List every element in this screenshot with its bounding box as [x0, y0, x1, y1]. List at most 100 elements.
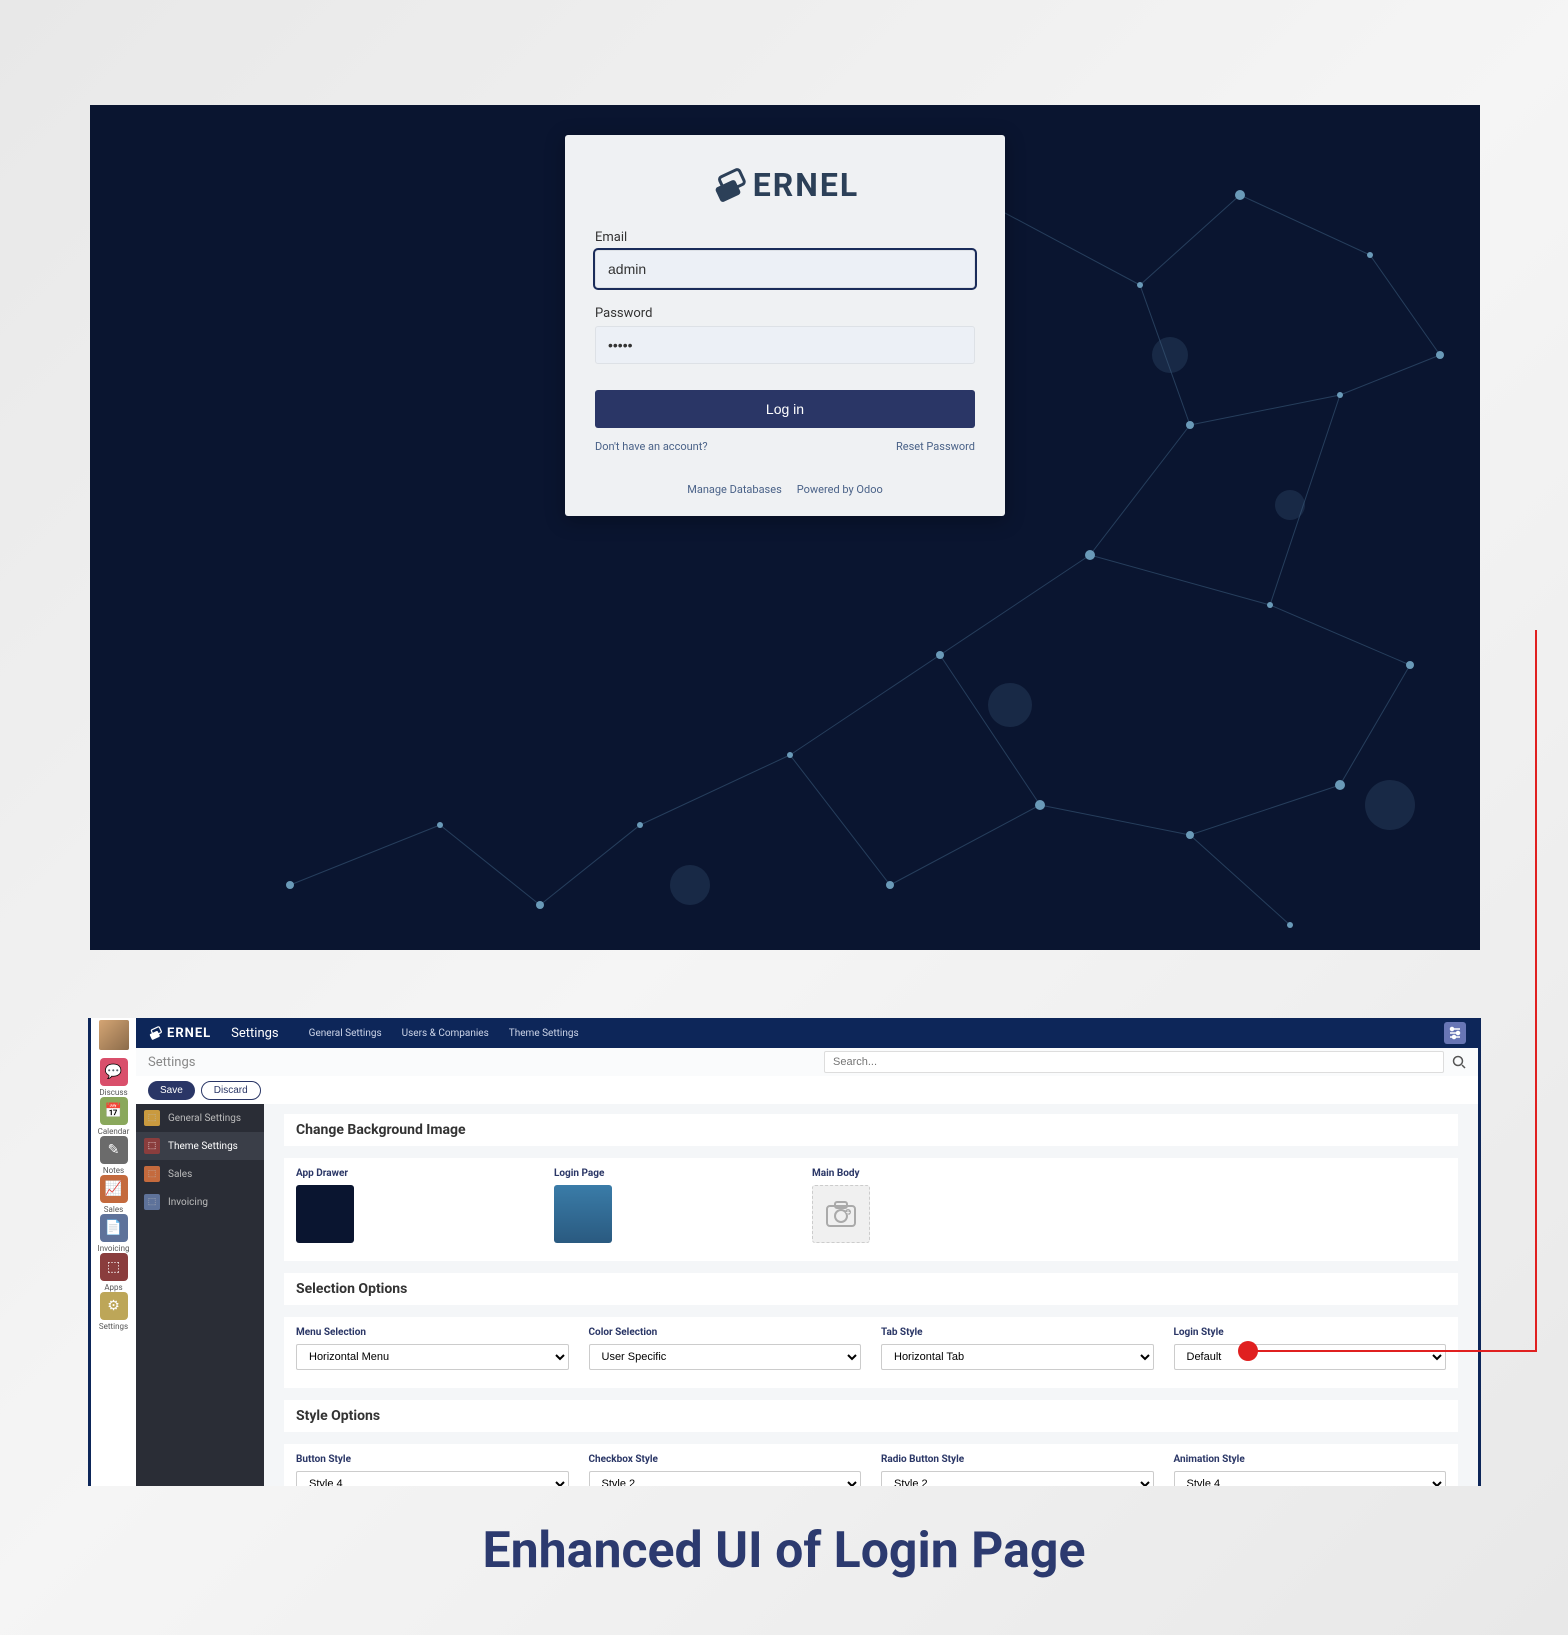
dropdown-label: Radio Button Style — [881, 1454, 1154, 1465]
side-label: Theme Settings — [168, 1141, 238, 1152]
side-label: Invoicing — [168, 1197, 208, 1208]
dropdown-select[interactable]: Style 4 — [296, 1471, 569, 1486]
sub-header: Settings — [136, 1048, 1478, 1076]
side-icon: ⬚ — [144, 1110, 160, 1126]
dropdown-select[interactable]: Horizontal Tab — [881, 1344, 1154, 1370]
dropdown-select[interactable]: Default — [1174, 1344, 1447, 1370]
side-item-sales[interactable]: ⬚Sales — [136, 1160, 264, 1188]
dropdown-animation-style: Animation Style Style 4 — [1174, 1454, 1447, 1486]
discuss-icon: 💬 — [100, 1058, 128, 1086]
brand-text: ERNEL — [753, 166, 859, 204]
side-item-theme-settings[interactable]: ⬚ Theme Settings — [136, 1132, 264, 1160]
calendar-icon: 📅 — [100, 1097, 128, 1125]
dropdown-select[interactable]: Style 4 — [1174, 1471, 1447, 1486]
bg-label: App Drawer — [296, 1168, 354, 1179]
side-nav: ⬚ General Settings ⬚ Theme Settings ⬚Sales ⬚ I… — [136, 1104, 264, 1486]
rail-item-invoicing[interactable]: 📄 Invoicing — [98, 1214, 130, 1253]
dropdown-select[interactable]: Style 2 — [881, 1471, 1154, 1486]
magnifier-icon — [1452, 1055, 1466, 1069]
rail-label: Settings — [99, 1322, 128, 1331]
bg-thumbnail[interactable] — [554, 1185, 612, 1243]
rail-label: Sales — [104, 1205, 123, 1214]
caption: Enhanced UI of Login Page — [0, 1522, 1568, 1580]
kernel-logo-icon — [148, 1025, 164, 1041]
search-input[interactable] — [824, 1051, 1444, 1073]
settings-icon: ⚙ — [100, 1292, 128, 1320]
bg-label: Login Page — [554, 1168, 612, 1179]
invoicing-icon: 📄 — [100, 1214, 128, 1242]
action-row: Save Discard — [136, 1076, 1478, 1104]
dropdown-label: Button Style — [296, 1454, 569, 1465]
nav-title: Settings — [231, 1026, 278, 1041]
dropdown-select[interactable]: Horizontal Menu — [296, 1344, 569, 1370]
dropdown-label: Menu Selection — [296, 1327, 569, 1338]
powered-by-link[interactable]: Powered by Odoo — [797, 483, 883, 496]
dropdown-label: Color Selection — [589, 1327, 862, 1338]
dropdown-button-style: Button Style Style 4 — [296, 1454, 569, 1486]
top-nav: ERNEL Settings General Settings Users & … — [136, 1018, 1478, 1048]
dropdown-login-style: Login Style Default — [1174, 1327, 1447, 1370]
bg-thumbnail[interactable] — [296, 1185, 354, 1243]
kernel-logo-icon — [711, 165, 751, 205]
nav-settings-icon[interactable] — [1444, 1022, 1466, 1044]
side-item-invoicing[interactable]: ⬚ Invoicing — [136, 1188, 264, 1216]
password-label: Password — [595, 306, 975, 321]
bg-label: Main Body — [812, 1168, 870, 1179]
sales-icon: 📈 — [100, 1175, 128, 1203]
rail-label: Notes — [103, 1166, 124, 1175]
side-label: General Settings — [168, 1113, 241, 1124]
rail-label: Calendar — [98, 1127, 130, 1136]
section-style-title: Style Options — [284, 1400, 1458, 1432]
rail-item-discuss[interactable]: 💬 Discuss — [98, 1058, 130, 1097]
bg-image-app-drawer: App Drawer — [296, 1168, 354, 1243]
password-input[interactable] — [595, 326, 975, 364]
settings-screenshot: 💬Discuss📅Calendar✎Notes📈Sales📄Invoicing⬚… — [88, 1018, 1481, 1486]
dropdown-select[interactable]: User Specific — [589, 1344, 862, 1370]
section-bg-title: Change Background Image — [284, 1114, 1458, 1146]
notes-icon: ✎ — [100, 1136, 128, 1164]
email-label: Email — [595, 230, 975, 245]
bg-thumbnail[interactable]: + — [812, 1185, 870, 1243]
rail-item-settings[interactable]: ⚙ Settings — [98, 1292, 130, 1331]
user-avatar[interactable] — [99, 1020, 129, 1050]
login-button[interactable]: Log in — [595, 390, 975, 428]
nav-link-general[interactable]: General Settings — [309, 1028, 382, 1039]
dropdown-label: Animation Style — [1174, 1454, 1447, 1465]
signup-link[interactable]: Don't have an account? — [595, 440, 708, 453]
svg-text:+: + — [846, 1208, 851, 1217]
sliders-icon — [1448, 1026, 1462, 1040]
dropdown-tab-style: Tab Style Horizontal Tab — [881, 1327, 1154, 1370]
bg-image-main-body: Main Body + — [812, 1168, 870, 1243]
email-input[interactable] — [595, 250, 975, 288]
apps-icon: ⬚ — [100, 1253, 128, 1281]
sub-header-title: Settings — [148, 1055, 195, 1070]
save-button[interactable]: Save — [148, 1081, 195, 1100]
rail-item-calendar[interactable]: 📅 Calendar — [98, 1097, 130, 1136]
login-card: ERNEL Email Password Log in Don't have a… — [565, 135, 1005, 516]
dropdown-label: Tab Style — [881, 1327, 1154, 1338]
dropdown-label: Login Style — [1174, 1327, 1447, 1338]
search-icon[interactable] — [1452, 1055, 1466, 1069]
login-screenshot: ERNEL Email Password Log in Don't have a… — [90, 105, 1480, 950]
nav-link-theme[interactable]: Theme Settings — [509, 1028, 579, 1039]
rail-label: Invoicing — [98, 1244, 130, 1253]
rail-label: Discuss — [99, 1088, 127, 1097]
dropdown-select[interactable]: Style 2 — [589, 1471, 862, 1486]
rail-item-apps[interactable]: ⬚Apps — [98, 1253, 130, 1292]
dropdown-checkbox-style: Checkbox Style Style 2 — [589, 1454, 862, 1486]
camera-icon: + — [825, 1200, 857, 1228]
side-icon: ⬚ — [144, 1138, 160, 1154]
bg-image-login-page: Login Page — [554, 1168, 612, 1243]
reset-password-link[interactable]: Reset Password — [896, 440, 975, 453]
manage-databases-link[interactable]: Manage Databases — [687, 483, 782, 496]
dropdown-label: Checkbox Style — [589, 1454, 862, 1465]
side-item-general-settings[interactable]: ⬚ General Settings — [136, 1104, 264, 1132]
dropdown-radio-button-style: Radio Button Style Style 2 — [881, 1454, 1154, 1486]
rail-item-sales[interactable]: 📈 Sales — [98, 1175, 130, 1214]
side-icon: ⬚ — [144, 1194, 160, 1210]
dropdown-menu-selection: Menu Selection Horizontal Menu — [296, 1327, 569, 1370]
nav-link-users[interactable]: Users & Companies — [402, 1028, 489, 1039]
nav-logo[interactable]: ERNEL — [148, 1025, 211, 1041]
discard-button[interactable]: Discard — [201, 1081, 261, 1100]
rail-item-notes[interactable]: ✎ Notes — [98, 1136, 130, 1175]
